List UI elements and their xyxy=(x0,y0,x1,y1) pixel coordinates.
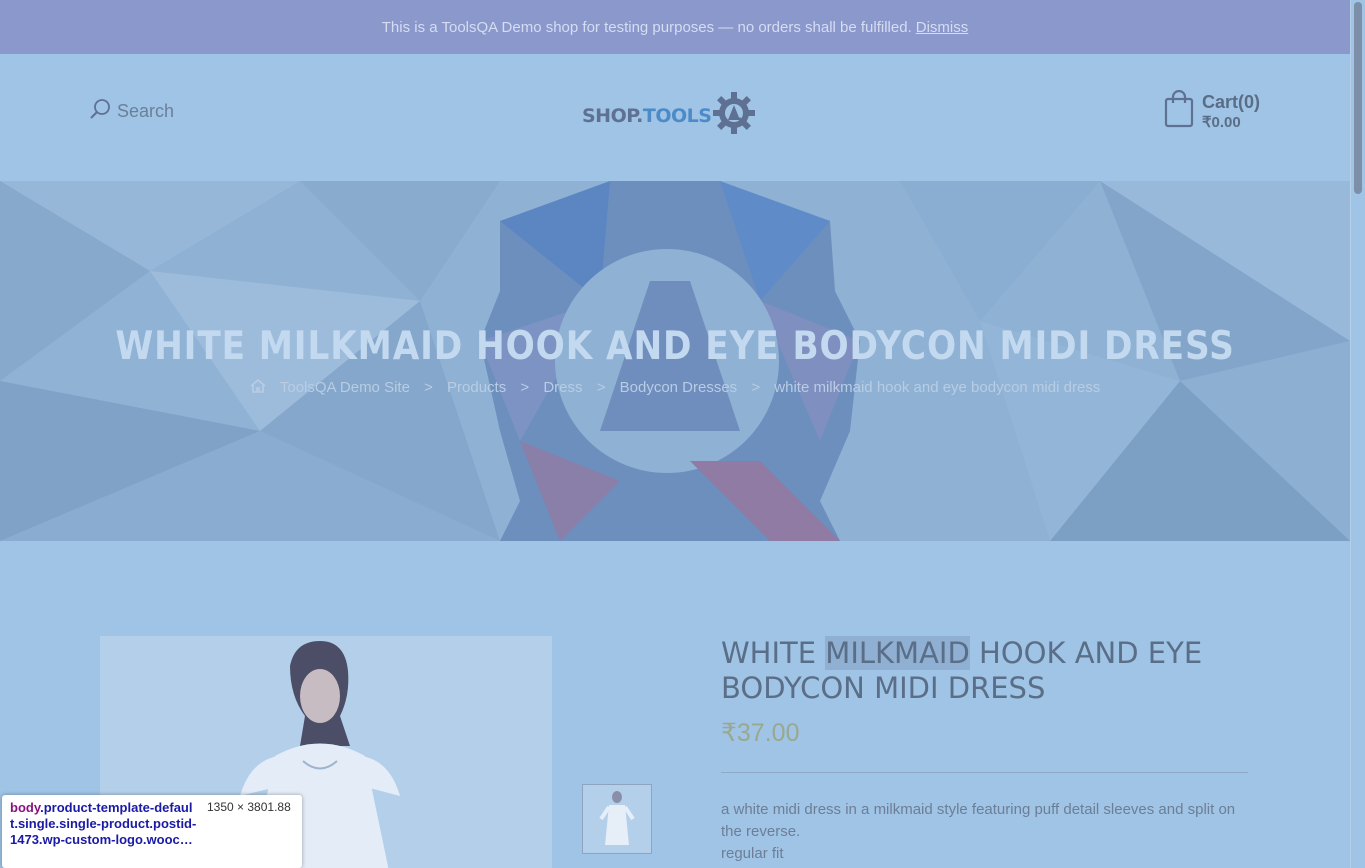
breadcrumb-current: white milkmaid hook and eye bodycon midi… xyxy=(774,379,1101,396)
scrollbar-thumb[interactable] xyxy=(1354,2,1362,194)
logo-text-part1: SHOP. xyxy=(582,104,643,127)
gear-icon xyxy=(711,90,757,141)
element-dimensions: 1350 × 3801.88 xyxy=(207,800,291,814)
product-title: WHITE MILKMAID HOOK AND EYE BODYCON MIDI… xyxy=(721,636,1261,706)
element-selector: body.product-template-default.single.sin… xyxy=(10,800,200,848)
breadcrumb-dress[interactable]: Dress xyxy=(543,379,582,396)
shopping-bag-icon xyxy=(1164,89,1194,133)
breadcrumb-separator: > xyxy=(596,379,606,396)
breadcrumb-separator: > xyxy=(520,379,530,396)
product-title-start: WHITE xyxy=(721,636,826,670)
breadcrumb: ToolsQA Demo Site > Products > Dress > B… xyxy=(0,378,1350,396)
cart-summary: Cart(0) ₹0.00 xyxy=(1202,92,1260,131)
site-logo[interactable]: SHOP.TOOLS xyxy=(582,90,757,141)
site-header: Search SHOP.TOOLS Cart(0) ₹0.00 xyxy=(0,54,1350,181)
product-price: ₹37.00 xyxy=(721,719,800,747)
cart-button[interactable]: Cart(0) ₹0.00 xyxy=(1164,89,1260,133)
product-title-highlight: MILKMAID xyxy=(825,636,970,670)
page-banner: WHITE MILKMAID HOOK AND EYE BODYCON MIDI… xyxy=(0,181,1350,541)
cart-count: Cart(0) xyxy=(1202,92,1261,112)
product-description: a white midi dress in a milkmaid style f… xyxy=(721,799,1251,865)
breadcrumb-bodycon-dresses[interactable]: Bodycon Dresses xyxy=(620,379,738,396)
devtools-inspect-tooltip: body.product-template-default.single.sin… xyxy=(2,795,302,868)
page-scrollbar[interactable] xyxy=(1350,0,1365,868)
dismiss-link[interactable]: Dismiss xyxy=(916,19,969,36)
search-icon xyxy=(89,98,111,125)
breadcrumb-separator: > xyxy=(424,379,433,396)
divider xyxy=(721,772,1248,773)
element-tag: body xyxy=(10,800,41,815)
search-toggle[interactable]: Search xyxy=(89,98,174,125)
description-line: a white midi dress in a milkmaid style f… xyxy=(721,801,1236,840)
page-title: WHITE MILKMAID HOOK AND EYE BODYCON MIDI… xyxy=(115,324,1235,369)
breadcrumb-home[interactable]: ToolsQA Demo Site xyxy=(280,379,410,396)
logo-text-part2: TOOLS xyxy=(642,104,712,127)
logo-text: SHOP.TOOLS xyxy=(582,104,712,127)
store-notice-text: This is a ToolsQA Demo shop for testing … xyxy=(381,18,912,36)
description-line: regular fit xyxy=(721,845,784,862)
search-label: Search xyxy=(117,101,175,121)
breadcrumb-separator: > xyxy=(751,379,761,396)
cart-total: ₹0.00 xyxy=(1202,114,1241,131)
store-notice: This is a ToolsQA Demo shop for testing … xyxy=(0,0,1350,54)
breadcrumb-products[interactable]: Products xyxy=(447,379,506,396)
home-icon[interactable] xyxy=(250,378,270,396)
product-thumbnail[interactable] xyxy=(582,784,652,854)
